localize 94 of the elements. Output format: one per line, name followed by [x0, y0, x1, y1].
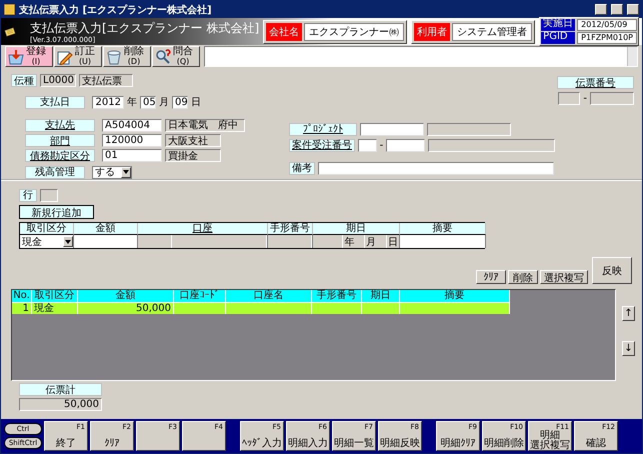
program-id-label: PGID — [541, 32, 576, 44]
magnifier-question-icon — [155, 48, 171, 64]
table-cell — [312, 302, 362, 314]
transaction-type-select[interactable]: 現金 — [20, 235, 73, 248]
column-header: No. — [12, 290, 32, 302]
detail-button[interactable]: ｸﾘｱ — [476, 270, 506, 284]
minimize-button[interactable] — [595, 4, 607, 15]
separator-text: - — [583, 92, 587, 104]
date-value: 2012/05/09 — [577, 19, 637, 31]
column-header: 期日 — [313, 223, 400, 235]
detail-button[interactable]: 選択複写 — [540, 270, 588, 284]
unit-text: 年 — [127, 96, 137, 110]
toolbar-button[interactable]: 訂正 (U) — [54, 46, 102, 67]
maximize-button[interactable] — [611, 4, 623, 15]
code-input[interactable]: 01 — [102, 149, 162, 162]
table-cell: 1 — [12, 302, 32, 314]
name-display: 日本電気 府中 — [165, 118, 245, 132]
lookup-link[interactable]: 債務勘定区分 — [25, 149, 95, 162]
company-value: エクスプランナー㈱ — [304, 22, 404, 40]
table-cell — [174, 302, 226, 314]
separator-text: - — [380, 140, 384, 150]
amount-input[interactable] — [74, 235, 138, 248]
column-header: 口座ｺｰﾄﾞ — [174, 290, 226, 302]
user-label: 利用者 — [414, 22, 450, 40]
lookup-link[interactable]: 支払先 — [25, 118, 95, 132]
column-header: 金額 — [78, 290, 174, 302]
dropdown-icon — [65, 240, 71, 244]
move-up-button[interactable]: ↑ — [622, 306, 635, 321]
field-label: 備考 — [289, 162, 315, 174]
table-cell — [362, 302, 400, 314]
program-id-value: P1FZPM010P — [577, 32, 637, 44]
field-label: 支払日 — [25, 96, 85, 109]
user-value: システム管理者 — [452, 22, 532, 40]
app-icon — [4, 4, 15, 15]
notepad-pencil-icon — [57, 48, 73, 64]
column-header: 取引区分 — [20, 223, 74, 235]
column-header: 摘要 — [400, 223, 486, 235]
toolbar-button[interactable]: 問合 (Q) — [152, 46, 200, 67]
unit-text: 日 — [191, 96, 201, 110]
detail-button[interactable]: 削除 — [508, 270, 538, 284]
remarks-input[interactable] — [318, 162, 554, 174]
table-cell: 50,000 — [78, 302, 174, 314]
unit-text: 年 — [343, 235, 356, 248]
code-display: L0000 — [40, 74, 76, 88]
company-label: 会社名 — [266, 22, 302, 40]
column-header: 手形番号 — [268, 223, 313, 235]
toolbar-button[interactable]: 削除 (D) — [103, 46, 151, 67]
readonly-field — [590, 92, 634, 104]
bucket-icon — [106, 48, 122, 64]
close-button[interactable] — [627, 4, 639, 15]
lookup-link[interactable]: 案件受注番号 — [289, 138, 355, 152]
balance-select[interactable]: する — [92, 166, 132, 179]
date-label: 実施日 — [541, 19, 576, 31]
field-label: 伝種 — [11, 74, 37, 88]
year-input[interactable]: 2012 — [92, 96, 124, 109]
table-cell: 現金 — [32, 302, 78, 314]
total-display: 50,000 — [19, 398, 102, 411]
unit-text: 月 — [159, 96, 169, 110]
name-display: 大阪支社 — [165, 134, 221, 148]
summary-input[interactable] — [400, 235, 486, 248]
column-header: 金額 — [74, 223, 138, 235]
add-row-button[interactable]: 新規行追加 — [19, 205, 94, 219]
field-label: 行 — [19, 188, 37, 202]
unit-text: 日 — [387, 235, 399, 248]
readonly-field — [558, 92, 580, 104]
scrollbar[interactable] — [627, 47, 637, 66]
case-number-input[interactable] — [358, 138, 377, 152]
dropdown-icon — [123, 170, 129, 174]
field-label: 伝票計 — [19, 383, 102, 396]
name-display: 買掛金 — [165, 149, 221, 162]
folder-arrow-icon — [8, 48, 24, 64]
column-header: 取引区分 — [32, 290, 78, 302]
case-number-input[interactable] — [386, 138, 425, 152]
slip-number-link[interactable]: 伝票番号 — [557, 76, 634, 89]
name-display: 支払伝票 — [79, 74, 133, 88]
month-input[interactable]: 05 — [140, 96, 156, 109]
screen-title: 支払伝票入力[エクスプランナー 株式会社] — [30, 20, 260, 36]
move-down-button[interactable]: ↓ — [622, 341, 635, 356]
field-label: 残高管理 — [25, 166, 85, 179]
column-header: 口座名 — [226, 290, 312, 302]
apply-button[interactable]: 反映 — [592, 257, 632, 284]
column-header: 口座 — [138, 223, 268, 235]
toolbar-button[interactable]: 登録 (I) — [5, 46, 53, 67]
lookup-link[interactable]: 部門 — [25, 134, 95, 148]
window-title: 支払伝票入力 [エクスプランナー株式会社] — [19, 3, 213, 16]
day-input[interactable]: 09 — [172, 96, 188, 109]
project-input[interactable] — [360, 122, 424, 136]
readonly-field — [40, 188, 58, 202]
lookup-link[interactable]: ﾌﾟﾛｼﾞｪｸﾄ — [289, 122, 357, 136]
code-input[interactable]: A504004 — [102, 118, 162, 132]
column-header: 手形番号 — [312, 290, 362, 302]
column-header: 摘要 — [400, 290, 510, 302]
code-input[interactable]: 120000 — [102, 134, 162, 148]
column-header: 期日 — [362, 290, 400, 302]
